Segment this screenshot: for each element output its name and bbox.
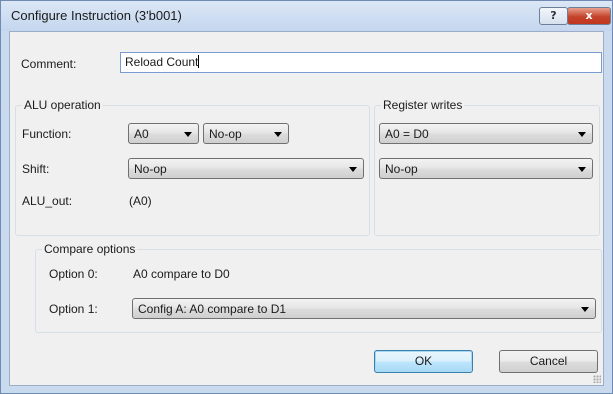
- chevron-down-icon: [578, 132, 586, 137]
- register-writes-title: Register writes: [381, 98, 465, 112]
- compare-options-title: Compare options: [42, 242, 138, 256]
- configure-instruction-dialog: Configure Instruction (3'b001) ? x Comme…: [0, 0, 613, 394]
- cancel-button[interactable]: Cancel: [499, 350, 598, 373]
- compare-options-group: Compare options Option 0: A0 compare to …: [35, 242, 602, 333]
- function-op-select[interactable]: No-op: [203, 123, 289, 144]
- register-write-b-select[interactable]: No-op: [379, 158, 593, 179]
- shift-label: Shift:: [22, 162, 50, 176]
- question-icon: ?: [550, 9, 557, 22]
- help-button[interactable]: ?: [539, 7, 568, 25]
- alu-operation-title: ALU operation: [22, 98, 103, 112]
- alu-out-value: (A0): [129, 194, 152, 208]
- alu-out-label: ALU_out:: [22, 194, 73, 208]
- comment-value: Reload Count: [125, 55, 199, 69]
- resize-grip-icon[interactable]: [593, 375, 601, 383]
- comment-input[interactable]: Reload Count: [120, 52, 602, 73]
- close-button[interactable]: x: [567, 7, 611, 25]
- chevron-down-icon: [349, 167, 357, 172]
- alu-operation-group: ALU operation Function: A0 No-op Shift: …: [15, 98, 370, 236]
- register-writes-group: Register writes A0 = D0 No-op: [374, 98, 600, 236]
- function-label: Function:: [22, 127, 72, 141]
- ok-button[interactable]: OK: [374, 350, 473, 373]
- register-write-a-value: A0 = D0: [385, 127, 429, 141]
- comment-label: Comment:: [21, 57, 77, 71]
- chevron-down-icon: [184, 132, 192, 137]
- option1-value: Config A: A0 compare to D1: [138, 302, 287, 316]
- text-caret: [198, 55, 200, 68]
- chevron-down-icon: [578, 167, 586, 172]
- register-write-b-value: No-op: [385, 162, 418, 176]
- function-source-select[interactable]: A0: [128, 123, 199, 144]
- chevron-down-icon: [581, 307, 589, 312]
- register-write-a-select[interactable]: A0 = D0: [379, 123, 593, 144]
- function-source-value: A0: [134, 127, 149, 141]
- title-bar[interactable]: Configure Instruction (3'b001) ? x: [1, 1, 612, 31]
- option1-label: Option 1:: [49, 302, 98, 316]
- window-title: Configure Instruction (3'b001): [11, 8, 182, 23]
- option0-value: A0 compare to D0: [133, 267, 230, 281]
- chevron-down-icon: [274, 132, 282, 137]
- function-op-value: No-op: [209, 127, 242, 141]
- dialog-body: Comment: Reload Count ALU operation Func…: [9, 31, 604, 386]
- option1-select[interactable]: Config A: A0 compare to D1: [132, 298, 596, 319]
- shift-select[interactable]: No-op: [128, 158, 364, 179]
- option0-label: Option 0:: [49, 267, 98, 281]
- shift-value: No-op: [134, 162, 167, 176]
- close-icon: x: [585, 9, 593, 22]
